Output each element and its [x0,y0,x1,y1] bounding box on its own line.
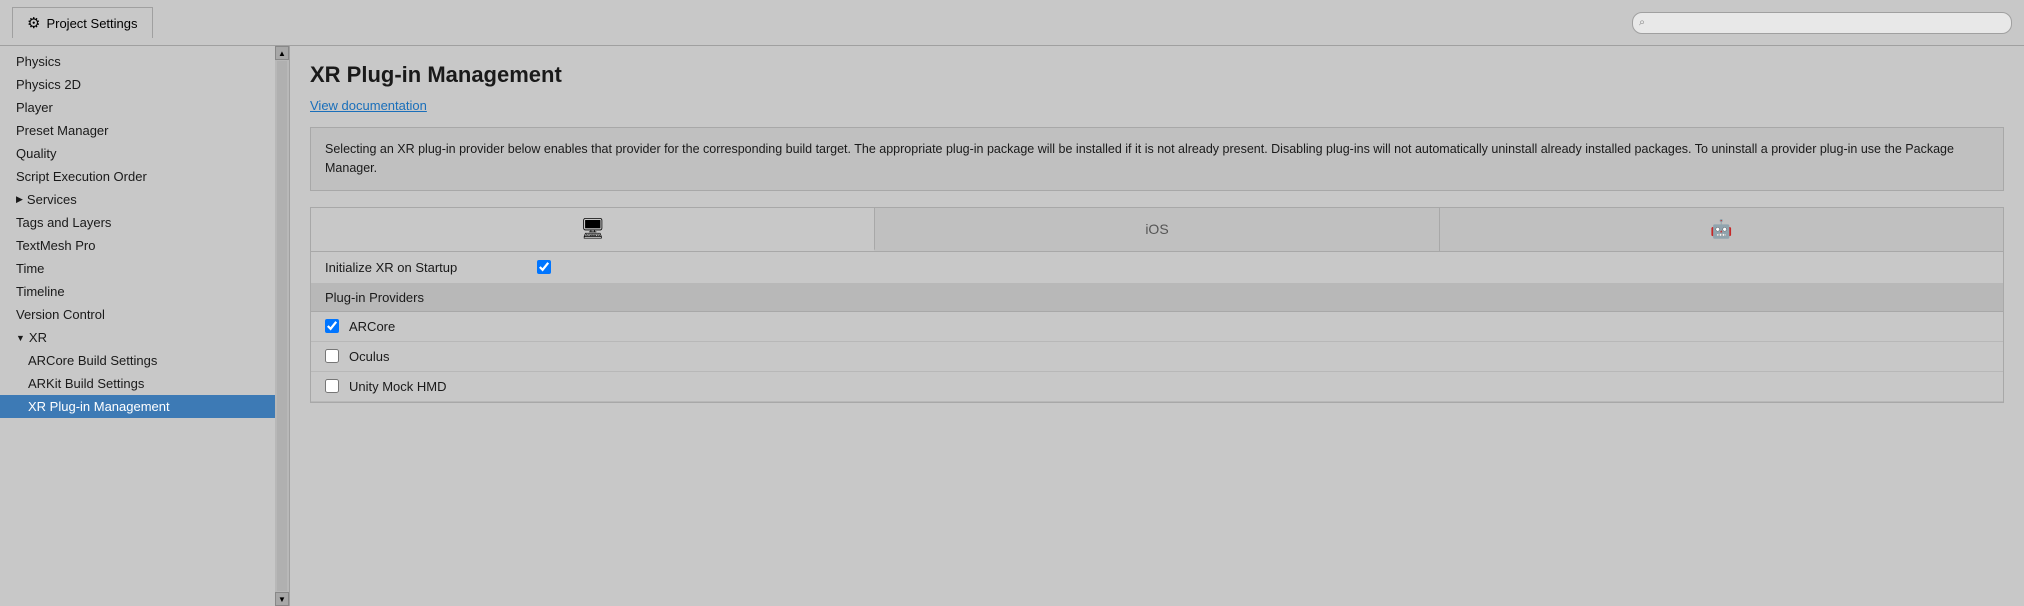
search-bar-container: ⌕ [1632,12,2012,34]
android-icon: 🤖 [1710,219,1732,240]
sidebar-item-arcore-build-settings[interactable]: ARCore Build Settings [0,349,275,372]
platform-tabs: 🖥 iOS 🤖 [310,207,2004,252]
provider-checkbox-unity-mock-hmd[interactable] [325,379,339,393]
init-xr-row: Initialize XR on Startup [311,252,2003,284]
sidebar-item-xr[interactable]: ▼ XR [0,326,275,349]
sidebar-item-physics[interactable]: Physics [0,50,275,73]
page-title: XR Plug-in Management [310,62,2004,88]
sidebar-item-preset-manager[interactable]: Preset Manager [0,119,275,142]
init-xr-label: Initialize XR on Startup [325,260,525,275]
tab-label: Project Settings [46,16,137,31]
sidebar-item-services[interactable]: ▶ Services [0,188,275,211]
title-bar: ⚙ Project Settings ⌕ [0,0,2024,46]
provider-row-arcore: ARCore [311,312,2003,342]
provider-label-unity-mock-hmd: Unity Mock HMD [349,379,447,394]
provider-label-oculus: Oculus [349,349,389,364]
sidebar-item-xr-plugin-management[interactable]: XR Plug-in Management [0,395,275,418]
sidebar-item-label: Services [27,192,77,207]
ios-text: iOS [1145,221,1168,237]
triangle-icon: ▼ [16,333,25,343]
sidebar-item-time[interactable]: Time [0,257,275,280]
project-settings-tab[interactable]: ⚙ Project Settings [12,7,153,38]
sidebar-item-textmesh-pro[interactable]: TextMesh Pro [0,234,275,257]
init-xr-checkbox[interactable] [537,260,551,274]
search-icon: ⌕ [1639,16,1645,29]
search-input[interactable] [1632,12,2012,34]
monitor-icon: 🖥 [580,216,605,241]
provider-row-unity-mock-hmd: Unity Mock HMD [311,372,2003,402]
sidebar-item-physics2d[interactable]: Physics 2D [0,73,275,96]
sidebar-list: PhysicsPhysics 2DPlayerPreset ManagerQua… [0,46,289,422]
provider-label-arcore: ARCore [349,319,395,334]
settings-panel: Initialize XR on Startup Plug-in Provide… [310,252,2004,403]
provider-row-oculus: Oculus [311,342,2003,372]
view-documentation-link[interactable]: View documentation [310,98,427,113]
scroll-down-button[interactable]: ▼ [275,592,289,606]
platform-tab-ios[interactable]: iOS [875,208,1439,251]
sidebar-item-label: XR [29,330,47,345]
description-box: Selecting an XR plug-in provider below e… [310,127,2004,191]
sidebar-item-timeline[interactable]: Timeline [0,280,275,303]
main-layout: PhysicsPhysics 2DPlayerPreset ManagerQua… [0,46,2024,606]
description-text: Selecting an XR plug-in provider below e… [325,142,1954,175]
provider-checkbox-arcore[interactable] [325,319,339,333]
sidebar-item-quality[interactable]: Quality [0,142,275,165]
providers-list: ARCore Oculus Unity Mock HMD [311,312,2003,402]
triangle-icon: ▶ [16,194,23,205]
content-area: XR Plug-in Management View documentation… [290,46,2024,606]
gear-icon: ⚙ [27,14,40,32]
sidebar-item-arkit-build-settings[interactable]: ARKit Build Settings [0,372,275,395]
provider-checkbox-oculus[interactable] [325,349,339,363]
sidebar-item-player[interactable]: Player [0,96,275,119]
providers-header: Plug-in Providers [311,284,2003,312]
sidebar-scrollbar[interactable]: ▲ ▼ [275,46,289,606]
scroll-up-button[interactable]: ▲ [275,46,289,60]
platform-tab-desktop[interactable]: 🖥 [311,208,875,251]
platform-tab-android[interactable]: 🤖 [1440,208,2003,251]
sidebar-item-version-control[interactable]: Version Control [0,303,275,326]
sidebar-item-script-execution-order[interactable]: Script Execution Order [0,165,275,188]
sidebar: PhysicsPhysics 2DPlayerPreset ManagerQua… [0,46,290,606]
sidebar-item-tags-and-layers[interactable]: Tags and Layers [0,211,275,234]
